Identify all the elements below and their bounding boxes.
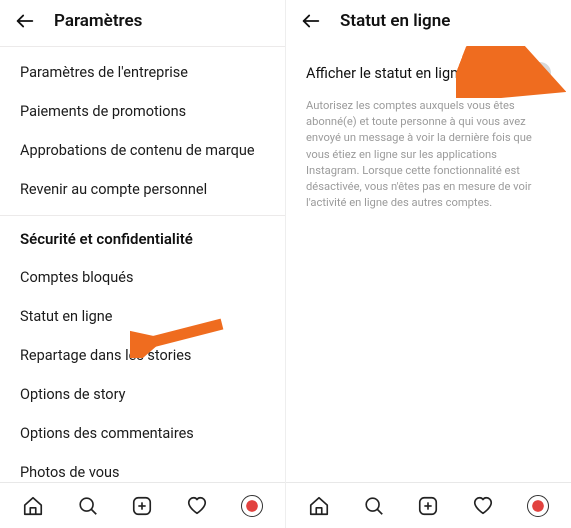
- nav-profile[interactable]: [524, 492, 552, 520]
- back-arrow-icon[interactable]: [300, 10, 322, 32]
- toggle-show-activity-status[interactable]: [511, 62, 551, 84]
- search-icon: [363, 495, 385, 517]
- home-icon: [22, 495, 44, 517]
- search-icon: [77, 495, 99, 517]
- list-item-photos-of-you[interactable]: Photos de vous: [0, 453, 285, 482]
- create-icon: [417, 495, 439, 517]
- nav-search[interactable]: [74, 492, 102, 520]
- list-item-comment-options[interactable]: Options des commentaires: [0, 414, 285, 453]
- header: Paramètres: [0, 0, 285, 46]
- screen-activity-status: Statut en ligne Afficher le statut en li…: [285, 0, 571, 528]
- settings-content: Paramètres de l'entreprise Paiements de …: [0, 46, 285, 482]
- toggle-knob-icon: [513, 64, 531, 82]
- helper-text: Autorisez les comptes auxquels vous êtes…: [286, 94, 571, 212]
- profile-avatar-icon: [527, 495, 549, 517]
- list-item-activity-status[interactable]: Statut en ligne: [0, 297, 285, 336]
- activity-status-content: Afficher le statut en ligne Autorisez le…: [286, 46, 571, 482]
- heart-icon: [472, 495, 494, 517]
- nav-profile[interactable]: [238, 492, 266, 520]
- nav-home[interactable]: [305, 492, 333, 520]
- nav-activity[interactable]: [183, 492, 211, 520]
- screen-settings: Paramètres Paramètres de l'entreprise Pa…: [0, 0, 285, 528]
- home-icon: [308, 495, 330, 517]
- heart-icon: [186, 495, 208, 517]
- page-title: Paramètres: [54, 11, 142, 31]
- page-title: Statut en ligne: [340, 11, 450, 31]
- list-item-story-options[interactable]: Options de story: [0, 375, 285, 414]
- nav-create[interactable]: [128, 492, 156, 520]
- header: Statut en ligne: [286, 0, 571, 46]
- toggle-label: Afficher le statut en ligne: [306, 65, 466, 82]
- list-item-switch-personal-account[interactable]: Revenir au compte personnel: [0, 170, 285, 209]
- toggle-row-show-activity-status: Afficher le statut en ligne: [286, 46, 571, 94]
- bottom-nav: [286, 482, 571, 528]
- list-item-story-resharing[interactable]: Repartage dans les stories: [0, 336, 285, 375]
- nav-search[interactable]: [360, 492, 388, 520]
- list-item-enterprise-settings[interactable]: Paramètres de l'entreprise: [0, 53, 285, 92]
- list-item-promotion-payments[interactable]: Paiements de promotions: [0, 92, 285, 131]
- divider: [0, 46, 285, 47]
- bottom-nav: [0, 482, 285, 528]
- nav-home[interactable]: [19, 492, 47, 520]
- create-icon: [131, 495, 153, 517]
- nav-activity[interactable]: [469, 492, 497, 520]
- section-title-security: Sécurité et confidentialité: [0, 216, 285, 258]
- list-item-blocked-accounts[interactable]: Comptes bloqués: [0, 258, 285, 297]
- nav-create[interactable]: [414, 492, 442, 520]
- back-arrow-icon[interactable]: [14, 10, 36, 32]
- list-item-branded-content-approvals[interactable]: Approbations de contenu de marque: [0, 131, 285, 170]
- profile-avatar-icon: [241, 495, 263, 517]
